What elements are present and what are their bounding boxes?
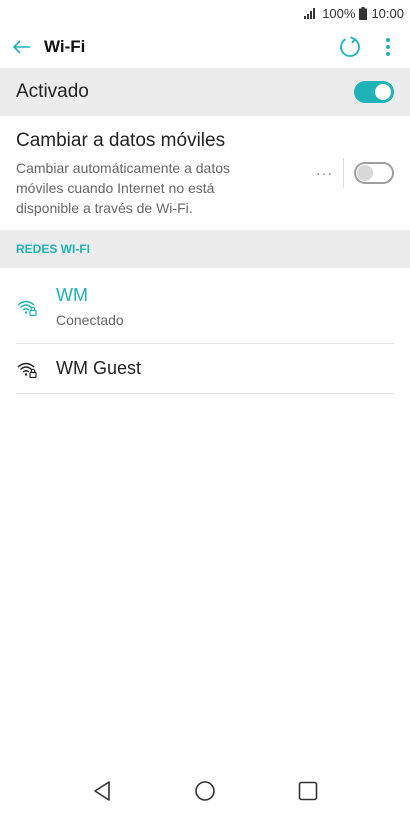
status-bar: 100% 10:00 xyxy=(0,0,410,26)
switch-setting-description: Cambiar automáticamente a datos móviles … xyxy=(16,160,230,216)
page-title: Wi-Fi xyxy=(44,37,86,56)
mobile-data-toggle-switch[interactable] xyxy=(354,162,394,184)
home-circle-icon[interactable] xyxy=(185,771,225,811)
app-bar: Wi-Fi xyxy=(0,26,410,68)
navigation-bar xyxy=(0,762,410,820)
network-item-wm[interactable]: WM Conectado xyxy=(16,270,394,344)
wifi-master-toggle-row[interactable]: Activado xyxy=(0,68,410,116)
battery-percent: 100% xyxy=(322,5,356,21)
wifi-lock-icon xyxy=(16,360,56,378)
battery-icon xyxy=(359,6,368,20)
back-arrow-icon[interactable] xyxy=(0,26,44,68)
toggle-knob xyxy=(375,84,391,100)
switch-to-mobile-data-setting[interactable]: Cambiar a datos móviles Cambiar automáti… xyxy=(16,124,394,224)
network-name: WM Guest xyxy=(56,358,142,378)
wifi-lock-icon xyxy=(16,298,56,316)
section-header: REDES WI-FI xyxy=(0,230,410,268)
network-text: WM Conectado xyxy=(56,285,124,328)
network-status: Conectado xyxy=(56,312,124,328)
signal-icon xyxy=(304,7,318,19)
switch-setting-controls: ··· xyxy=(306,158,394,188)
toggle-knob xyxy=(357,165,373,181)
network-list: WM Conectado WM Guest xyxy=(16,270,394,394)
switch-setting-title: Cambiar a datos móviles xyxy=(16,130,226,151)
more-vert-icon[interactable] xyxy=(370,26,406,68)
master-toggle-label: Activado xyxy=(16,81,89,102)
divider xyxy=(343,158,344,188)
clock: 10:00 xyxy=(371,5,404,21)
network-item-wm-guest[interactable]: WM Guest xyxy=(16,344,394,394)
wifi-toggle-switch[interactable] xyxy=(354,81,394,103)
refresh-icon[interactable] xyxy=(330,26,370,68)
back-triangle-icon[interactable] xyxy=(82,771,122,811)
more-options-button[interactable]: ··· xyxy=(306,165,343,181)
recents-square-icon[interactable] xyxy=(288,771,328,811)
network-name: WM xyxy=(56,285,88,305)
